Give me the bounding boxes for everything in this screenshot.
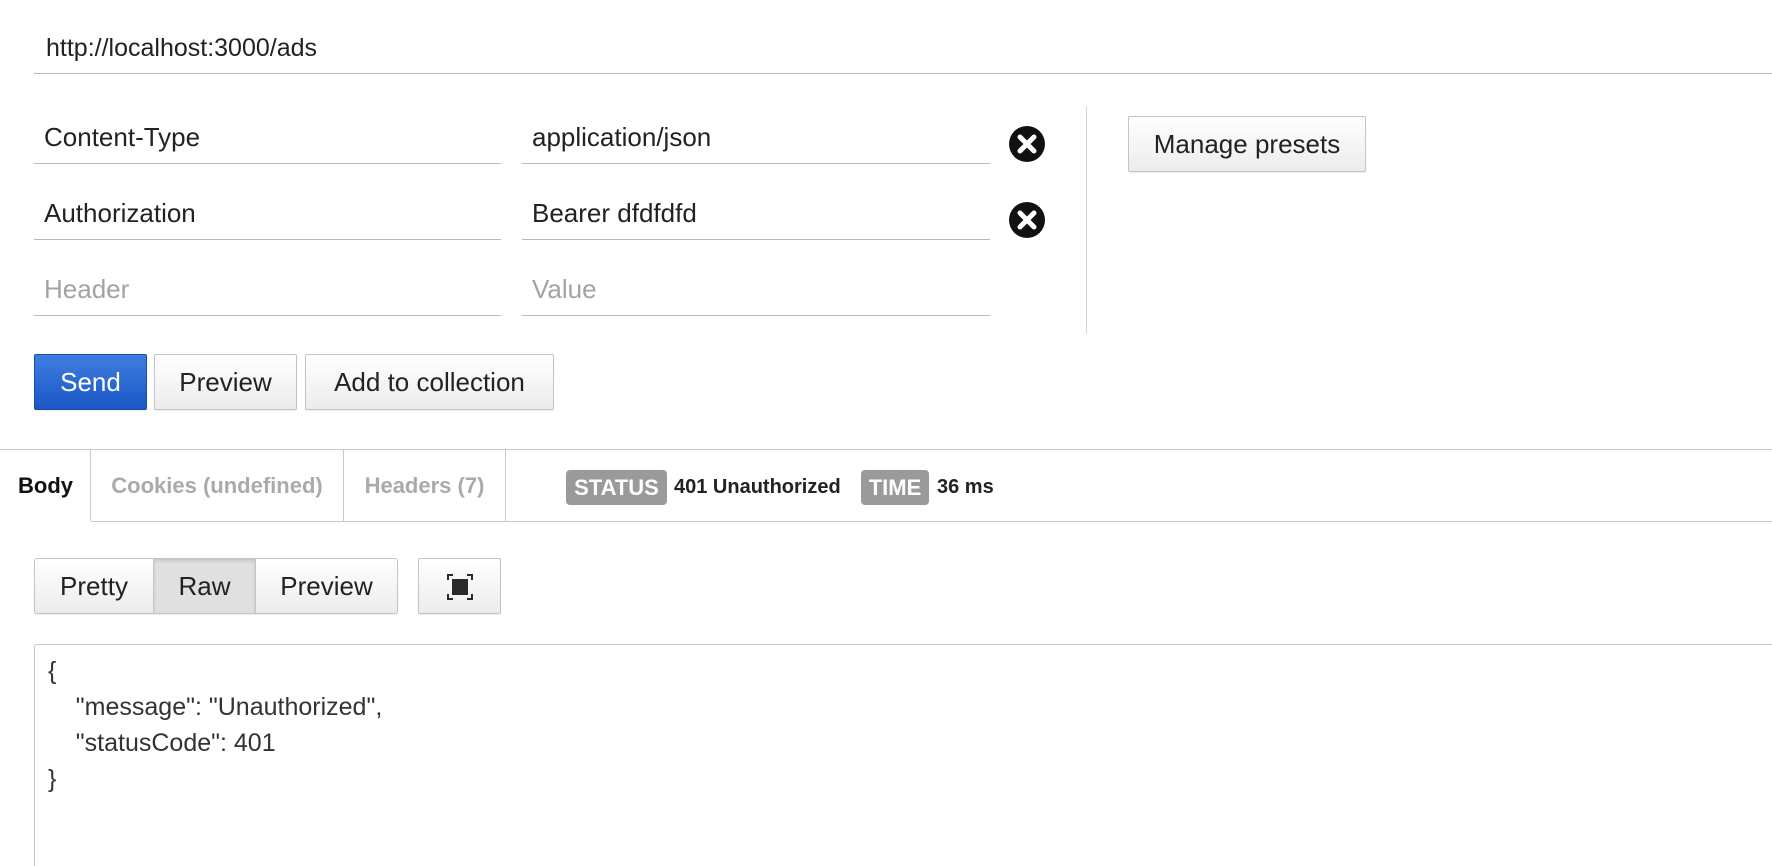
view-raw-button[interactable]: Raw: [154, 559, 255, 613]
fullscreen-icon: [447, 574, 473, 600]
request-builder: http://localhost:3000/ads Content-Type a…: [0, 0, 1772, 866]
fullscreen-button[interactable]: [418, 558, 501, 614]
tab-cookies[interactable]: Cookies (undefined): [91, 450, 343, 522]
new-header-name-input[interactable]: Header: [34, 264, 501, 316]
send-button[interactable]: Send: [34, 354, 147, 410]
manage-presets-button[interactable]: Manage presets: [1128, 116, 1366, 172]
code-line: {: [48, 657, 57, 685]
tab-headers[interactable]: Headers (7): [344, 450, 505, 522]
status-value: 401 Unauthorized: [674, 476, 841, 498]
header-value-input[interactable]: Bearer dfdfdfd: [522, 188, 990, 240]
remove-header-icon[interactable]: [1009, 126, 1045, 162]
view-preview-button[interactable]: Preview: [256, 559, 397, 613]
status-badge: STATUS: [566, 470, 667, 505]
new-header-value-input[interactable]: Value: [522, 264, 990, 316]
section-divider: [1086, 106, 1087, 334]
tab-body[interactable]: Body: [0, 450, 91, 522]
view-mode-toggle: Pretty Raw Preview: [34, 558, 398, 614]
view-pretty-button[interactable]: Pretty: [35, 559, 153, 613]
header-name-input[interactable]: Authorization: [34, 188, 501, 240]
code-line: "message": "Unauthorized",: [48, 693, 383, 721]
remove-header-icon[interactable]: [1009, 202, 1045, 238]
tab-separator: [505, 450, 506, 521]
preview-button[interactable]: Preview: [154, 354, 297, 410]
response-body[interactable]: { "message": "Unauthorized", "statusCode…: [34, 644, 1772, 866]
header-name-input[interactable]: Content-Type: [34, 112, 501, 164]
code-line: "statusCode": 401: [48, 729, 276, 757]
time-badge: TIME: [861, 470, 929, 505]
url-input[interactable]: http://localhost:3000/ads: [34, 24, 1772, 74]
time-value: 36 ms: [937, 476, 994, 498]
code-line: }: [48, 765, 57, 793]
add-to-collection-button[interactable]: Add to collection: [305, 354, 554, 410]
header-value-input[interactable]: application/json: [522, 112, 990, 164]
